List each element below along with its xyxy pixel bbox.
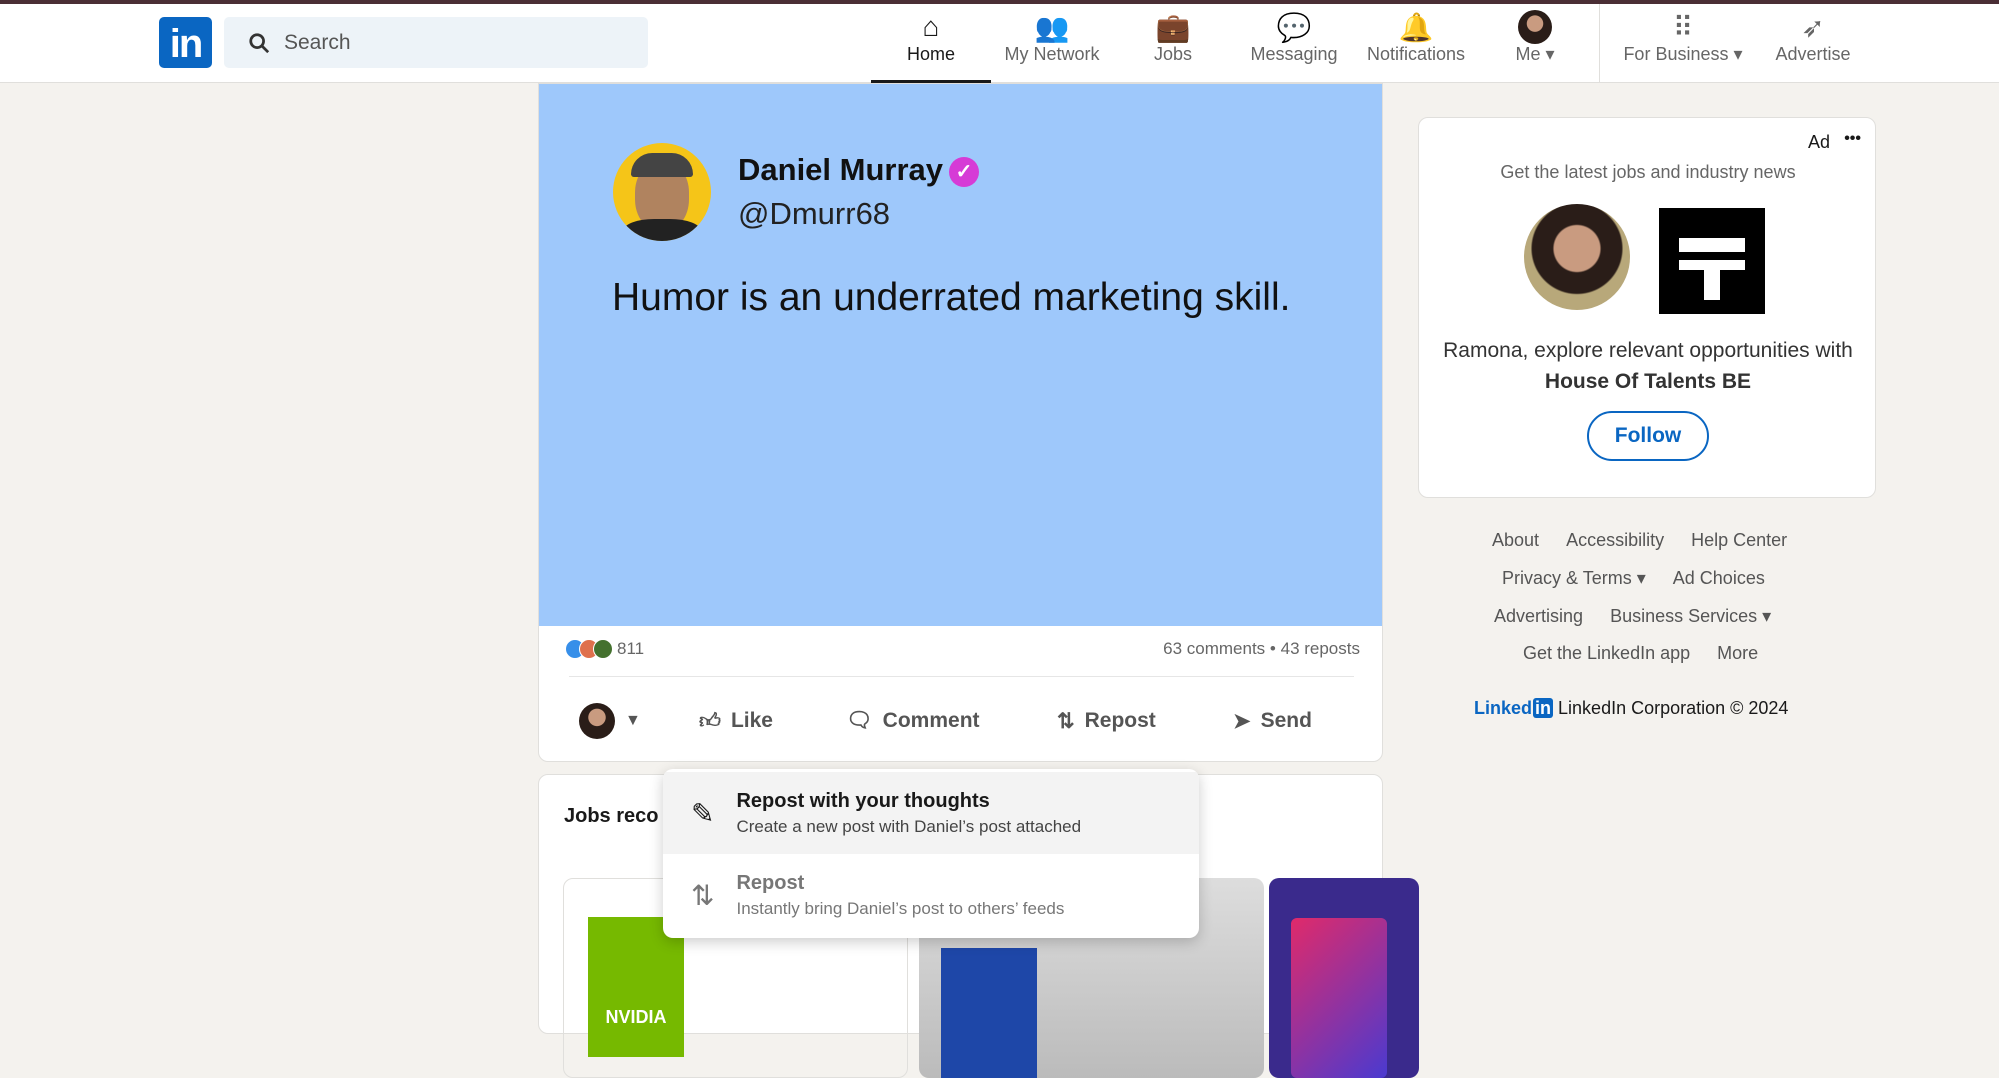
footer-links: Privacy & Terms ▾ Ad Choices (1502, 568, 1765, 589)
nav-my-network[interactable]: 👥 My Network (992, 10, 1112, 80)
ad-body: Ramona, explore relevant opportunities w… (1443, 339, 1853, 393)
repost-menu: ✎ Repost with your thoughts Create a new … (663, 769, 1199, 938)
comments-link[interactable]: 63 comments (1163, 639, 1265, 658)
option-title: Repost with your thoughts (736, 789, 990, 812)
caret-down-icon: ▼ (625, 712, 641, 729)
caret-down-icon: ▾ (1545, 44, 1555, 64)
tweet-text: Humor is an underrated marketing skill. (612, 276, 1291, 319)
tweet-handle: @Dmurr68 (738, 196, 891, 231)
send-icon: ➤ (1233, 709, 1251, 733)
comment-icon: 🗨 (846, 709, 873, 732)
more-options-icon[interactable]: ••• (1844, 130, 1861, 148)
nav-me[interactable]: Me ▾ (1475, 10, 1595, 80)
company-logo (1659, 208, 1765, 314)
nvidia-logo: NVIDIA (588, 917, 684, 1057)
thumbs-up-icon: 👍︎ (699, 710, 721, 733)
nav-label: My Network (1004, 44, 1100, 64)
nav-label: Advertise (1775, 44, 1851, 64)
send-button[interactable]: ➤ Send (1233, 698, 1312, 744)
footer-links: Get the LinkedIn app More (1523, 643, 1758, 664)
jobs-title: Jobs reco (564, 805, 659, 827)
option-title: Repost (736, 871, 805, 894)
footer-link-about[interactable]: About (1492, 530, 1539, 550)
nav-home[interactable]: ⌂ Home (871, 10, 991, 83)
home-icon: ⌂ (922, 11, 940, 42)
search-icon (249, 32, 270, 53)
repost-with-thoughts-option[interactable]: ✎ Repost with your thoughts Create a new … (663, 772, 1199, 854)
option-subtitle: Instantly bring Daniel’s post to others’… (736, 898, 1065, 918)
tweet-avatar (613, 143, 711, 241)
reaction-icons (565, 639, 613, 659)
repost-button[interactable]: ⇅ Repost (1057, 698, 1156, 744)
search-placeholder: Search (284, 30, 351, 54)
chat-icon: 💬 (1276, 11, 1312, 43)
feed-post: Daniel Murray ✓ @Dmurr68 Humor is an unde… (538, 83, 1383, 762)
footer-link-ad-choices[interactable]: Ad Choices (1673, 568, 1765, 588)
bell-icon: 🔔 (1398, 11, 1434, 43)
nav-for-business[interactable]: ⠿ For Business ▾ (1613, 10, 1753, 80)
footer-link-business-services[interactable]: Business Services (1610, 606, 1757, 626)
member-avatar (1524, 204, 1630, 310)
people-icon: 👥 (1034, 11, 1070, 43)
separator-dot: • (1269, 639, 1276, 658)
search-input[interactable]: Search (224, 17, 648, 68)
grid-icon: ⠿ (1672, 11, 1694, 43)
briefcase-icon: 💼 (1155, 11, 1191, 43)
option-subtitle: Create a new post with Daniel’s post att… (736, 816, 1082, 836)
reactions[interactable]: 811 (565, 639, 644, 659)
avatar (1518, 10, 1552, 44)
repost-icon: ⇅ (1057, 709, 1075, 733)
follow-button[interactable]: Follow (1587, 411, 1709, 461)
company-logo (941, 948, 1037, 1078)
footer-link-advertising[interactable]: Advertising (1494, 606, 1583, 626)
caret-down-icon: ▾ (1636, 568, 1646, 588)
ad-headline: Get the latest jobs and industry news (1500, 162, 1796, 182)
comments-reposts: 63 comments • 43 reposts (1163, 639, 1360, 659)
company-name: House Of Talents BE (1544, 370, 1752, 393)
caret-down-icon: ▾ (1762, 606, 1772, 626)
footer-link-privacy-terms[interactable]: Privacy & Terms (1502, 568, 1632, 588)
post-image[interactable]: Daniel Murray ✓ @Dmurr68 Humor is an unde… (539, 84, 1382, 626)
footer-link-help-center[interactable]: Help Center (1691, 530, 1787, 550)
repost-icon: ⇅ (691, 879, 715, 911)
nav-notifications[interactable]: 🔔 Notifications (1356, 10, 1476, 80)
nav-divider (1599, 4, 1600, 83)
footer-copyright: Linked in LinkedIn Corporation © 2024 (1474, 698, 1789, 718)
nav-advertise[interactable]: ➶ Advertise (1753, 10, 1873, 80)
nav-label: Messaging (1250, 44, 1338, 64)
repost-option[interactable]: ⇅ Repost Instantly bring Daniel’s post to… (663, 854, 1199, 936)
caret-down-icon: ▾ (1733, 44, 1743, 64)
footer-link-get-app[interactable]: Get the LinkedIn app (1523, 643, 1690, 663)
reposts-link[interactable]: 43 reposts (1281, 639, 1360, 658)
ad-card: Ad ••• Get the latest jobs and industry … (1418, 117, 1876, 498)
divider (569, 676, 1354, 677)
nav-label: Me (1515, 44, 1541, 64)
footer-links: Advertising Business Services ▾ (1494, 606, 1771, 627)
ad-label: Ad (1807, 132, 1830, 152)
footer-links: About Accessibility Help Center (1492, 530, 1787, 551)
footer-link-more[interactable]: More (1717, 643, 1758, 663)
linkedin-wordmark: Linked in (1474, 698, 1554, 718)
job-card[interactable] (1269, 878, 1419, 1078)
social-counts: 811 63 comments • 43 reposts (539, 639, 1382, 669)
avatar (579, 703, 615, 739)
verified-badge-icon: ✓ (949, 156, 980, 187)
company-logo (1291, 918, 1387, 1078)
footer-link-accessibility[interactable]: Accessibility (1566, 530, 1664, 550)
reactions-count: 811 (617, 639, 645, 658)
linkedin-logo[interactable]: in (159, 17, 212, 68)
nav-label: For Business (1623, 44, 1729, 64)
nav-label: Notifications (1366, 44, 1466, 64)
compass-icon: ➶ (1801, 11, 1825, 43)
nav-label: Jobs (1153, 44, 1193, 64)
tweet-author-name: Daniel Murray ✓ (738, 152, 980, 188)
like-button[interactable]: 👍︎ Like (699, 698, 773, 744)
actor-switcher[interactable]: ▼ (579, 698, 641, 744)
nav-messaging[interactable]: 💬 Messaging (1234, 10, 1354, 80)
nav-label: Home (906, 44, 955, 64)
edit-icon: ✎ (691, 797, 715, 829)
nav-jobs[interactable]: 💼 Jobs (1113, 10, 1233, 80)
comment-button[interactable]: 🗨 Comment (846, 698, 980, 744)
